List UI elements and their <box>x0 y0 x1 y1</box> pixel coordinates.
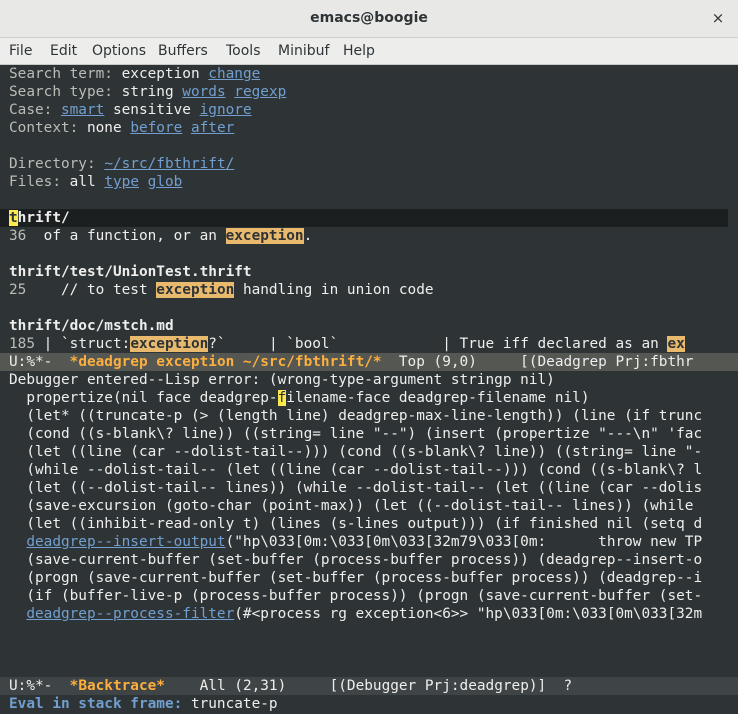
backtrace-frame[interactable]: propertize(nil face deadgrep-filename-fa… <box>9 389 738 407</box>
result-file-1[interactable]: thrift/ <box>9 209 70 227</box>
process-filter-link[interactable]: deadgrep--process-filter <box>26 606 234 622</box>
point-cursor: f <box>277 390 287 406</box>
search-type-line: Search type: string words regexp <box>9 84 287 100</box>
menu-buffers[interactable]: Buffers <box>158 43 208 59</box>
regexp-link[interactable]: regexp <box>234 84 286 100</box>
buffer-name: *deadgrep exception ~/src/fbthrift/* <box>69 354 382 370</box>
backtrace-text: (let* ((truncate-p (> (length line) dead… <box>9 408 703 424</box>
minibuffer-prompt: Eval in stack frame: <box>9 696 183 712</box>
glob-link[interactable]: glob <box>148 174 183 190</box>
menu-options[interactable]: Options <box>92 43 146 59</box>
menu-edit[interactable]: Edit <box>50 43 77 59</box>
backtrace-text: Debugger entered--Lisp error: (wrong-typ… <box>9 372 555 388</box>
case-line: Case: smart sensitive ignore <box>9 102 252 118</box>
type-link[interactable]: type <box>104 174 139 190</box>
backtrace-frame[interactable]: (let ((--dolist-tail-- lines)) (while --… <box>9 479 738 497</box>
backtrace-frame[interactable]: (let* ((truncate-p (> (length line) dead… <box>9 407 738 425</box>
minibuffer-input[interactable]: truncate-p <box>182 696 278 712</box>
buffer-name: *Backtrace* <box>69 678 165 694</box>
backtrace-text: (while --dolist-tail-- (let ((line (car … <box>9 462 703 478</box>
backtrace-error-line[interactable]: Debugger entered--Lisp error: (wrong-typ… <box>9 371 738 389</box>
backtrace-text: (let ((line (car --dolist-tail--))) (con… <box>9 444 703 460</box>
menu-minibuf[interactable]: Minibuf <box>278 43 329 59</box>
backtrace-text: (let ((--dolist-tail-- lines)) (while --… <box>9 480 703 496</box>
backtrace-frame[interactable]: (save-excursion (goto-char (point-max)) … <box>9 497 738 515</box>
mode-line-backtrace[interactable]: U:%*- *Backtrace* All (2,31) [(Debugger … <box>0 677 738 695</box>
menu-bar: File Edit Options Buffers Tools Minibuf … <box>0 38 738 65</box>
backtrace-text: (save-excursion (goto-char (point-max)) … <box>9 498 694 514</box>
words-link[interactable]: words <box>182 84 225 100</box>
backtrace-frame[interactable]: (if (buffer-live-p (process-buffer proce… <box>9 587 738 605</box>
window-title: emacs@boogie <box>310 10 428 26</box>
menu-help[interactable]: Help <box>343 43 375 59</box>
files-line: Files: all type glob <box>9 174 183 190</box>
backtrace-frame[interactable]: (cond ((s-blank\? line)) ((string= line … <box>9 425 738 443</box>
insert-output-link[interactable]: deadgrep--insert-output <box>26 534 225 550</box>
close-icon[interactable]: × <box>708 8 728 28</box>
menu-tools[interactable]: Tools <box>226 43 261 59</box>
before-link[interactable]: before <box>130 120 182 136</box>
minibuffer[interactable]: Eval in stack frame: truncate-p <box>9 695 278 713</box>
current-line-highlight <box>0 209 728 227</box>
backtrace-frame[interactable]: deadgrep--process-filter(#<process rg ex… <box>9 605 738 623</box>
backtrace-frame[interactable]: deadgrep--insert-output("hp\033[0m:\033[… <box>9 533 738 551</box>
backtrace-text: (let ((inhibit-read-only t) (lines (s-li… <box>9 516 703 532</box>
result-line-3[interactable]: 185 | `struct:exception?` | `bool` | Tru… <box>9 335 729 353</box>
change-link[interactable]: change <box>208 66 260 82</box>
backtrace-frame[interactable]: (progn (save-current-buffer (set-buffer … <box>9 569 738 587</box>
smart-link[interactable]: smart <box>61 102 104 118</box>
directory-link[interactable]: ~/src/fbthrift/ <box>104 156 234 172</box>
directory-line: Directory: ~/src/fbthrift/ <box>9 156 235 172</box>
context-line: Context: none before after <box>9 120 235 136</box>
backtrace-text: propertize(nil face deadgrep-filename-fa… <box>9 390 590 406</box>
backtrace-frame[interactable]: (let ((inhibit-read-only t) (lines (s-li… <box>9 515 738 533</box>
search-term-line: Search term: exception change <box>9 66 261 82</box>
window-titlebar: emacs@boogie × <box>0 0 738 38</box>
backtrace-text: (cond ((s-blank\? line)) ((string= line … <box>9 426 703 442</box>
point-cursor: t <box>9 210 18 226</box>
result-file-3[interactable]: thrift/doc/mstch.md <box>9 317 174 335</box>
result-line-1[interactable]: 36 of a function, or an exception. <box>9 227 312 245</box>
menu-file[interactable]: File <box>9 43 32 59</box>
after-link[interactable]: after <box>191 120 234 136</box>
mode-line-deadgrep[interactable]: U:%*- *deadgrep exception ~/src/fbthrift… <box>0 353 738 371</box>
ignore-link[interactable]: ignore <box>200 102 252 118</box>
result-line-2[interactable]: 25 // to test exception handling in unio… <box>9 281 434 299</box>
backtrace-frame[interactable]: (let ((line (car --dolist-tail--))) (con… <box>9 443 738 461</box>
backtrace-frame[interactable]: (while --dolist-tail-- (let ((line (car … <box>9 461 738 479</box>
backtrace-frame[interactable]: (save-current-buffer (set-buffer (proces… <box>9 551 738 569</box>
result-file-2[interactable]: thrift/test/UnionTest.thrift <box>9 263 252 281</box>
